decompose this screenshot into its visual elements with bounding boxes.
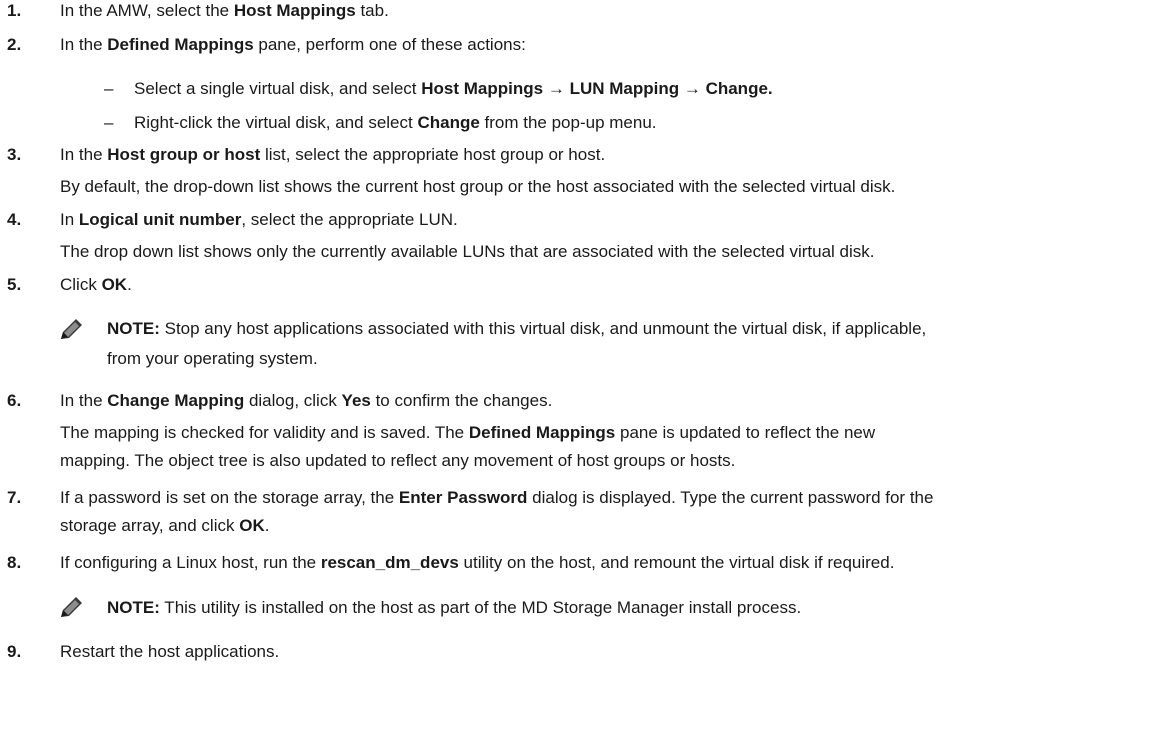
step-number: 8. (7, 553, 22, 572)
step-text: list, select the appropriate host group … (260, 145, 606, 164)
step-number: 5. (7, 275, 22, 294)
step-text: In the AMW, select the (60, 1, 234, 20)
dash-bullet: – (104, 79, 114, 98)
step-number: 9. (7, 642, 22, 661)
note-text: This utility is installed on the host as… (159, 598, 802, 617)
step-text: Click (60, 275, 102, 294)
paragraph-text: The mapping is checked for validity and … (60, 423, 469, 442)
step-text: If a password is set on the storage arra… (60, 488, 399, 507)
sub-text: Right-click the virtual disk, and select (134, 113, 418, 132)
bold-term: Host Mappings (233, 1, 356, 20)
step-text: In the (60, 145, 108, 164)
arrow: → (679, 79, 706, 98)
step-text: . (127, 275, 132, 294)
step-text: In (60, 210, 79, 229)
bold-term: Defined Mappings (107, 35, 254, 54)
bold-term: Change (417, 113, 480, 132)
step-text: dialog, click (244, 391, 342, 410)
step-text: to confirm the changes. (370, 391, 553, 410)
pencil-note-icon (61, 319, 82, 339)
procedure-document: 1. In the AMW, select the Host Mappings … (0, 0, 1167, 730)
bold-term: rescan_dm_devs (320, 553, 459, 572)
pencil-note-icon (61, 597, 82, 617)
step-text: utility on the host, and remount the vir… (458, 553, 895, 572)
step-number: 1. (7, 1, 22, 20)
paragraph-text: The drop down list shows only the curren… (60, 242, 875, 261)
note-label: NOTE: (107, 319, 160, 338)
note-label: NOTE: (107, 598, 160, 617)
step-text: In the (60, 391, 108, 410)
step-number: 3. (7, 145, 22, 164)
step-number: 2. (7, 35, 22, 54)
dash-bullet: – (104, 113, 114, 132)
sub-text: from the pop-up menu. (479, 113, 657, 132)
arrow: → (543, 79, 570, 98)
bold-term: Change. (705, 79, 773, 98)
step-text: In the (60, 35, 108, 54)
bold-term: Yes (341, 391, 371, 410)
step-text: tab. (355, 1, 389, 20)
paragraph-text: pane is updated to reflect the new (615, 423, 876, 442)
step-text: , select the appropriate LUN. (241, 210, 458, 229)
bold-term: Change Mapping (107, 391, 245, 410)
bold-term: Enter Password (398, 488, 528, 507)
bold-term: LUN Mapping (569, 79, 680, 98)
bold-term: Host Mappings (421, 79, 544, 98)
step-number: 4. (7, 210, 22, 229)
step-text: storage array, and click (60, 516, 240, 535)
bold-term: Host group or host (107, 145, 261, 164)
step-text: Restart the host applications. (60, 642, 280, 661)
step-number: 6. (7, 391, 22, 410)
paragraph-text: mapping. The object tree is also updated… (60, 451, 736, 470)
bold-term: Defined Mappings (468, 423, 616, 442)
step-text: If configuring a Linux host, run the (60, 553, 321, 572)
note-text: Stop any host applications associated wi… (159, 319, 927, 338)
bold-term: OK (239, 516, 265, 535)
step-text: pane, perform one of these actions: (253, 35, 526, 54)
bold-term: OK (101, 275, 128, 294)
step-number: 7. (7, 488, 22, 507)
paragraph-text: By default, the drop-down list shows the… (60, 177, 896, 196)
note-text: from your operating system. (107, 349, 318, 368)
step-text: dialog is displayed. Type the current pa… (527, 488, 934, 507)
step-text: . (264, 516, 270, 535)
bold-term: Logical unit number (78, 210, 242, 229)
sub-text: Select a single virtual disk, and select (134, 79, 422, 98)
